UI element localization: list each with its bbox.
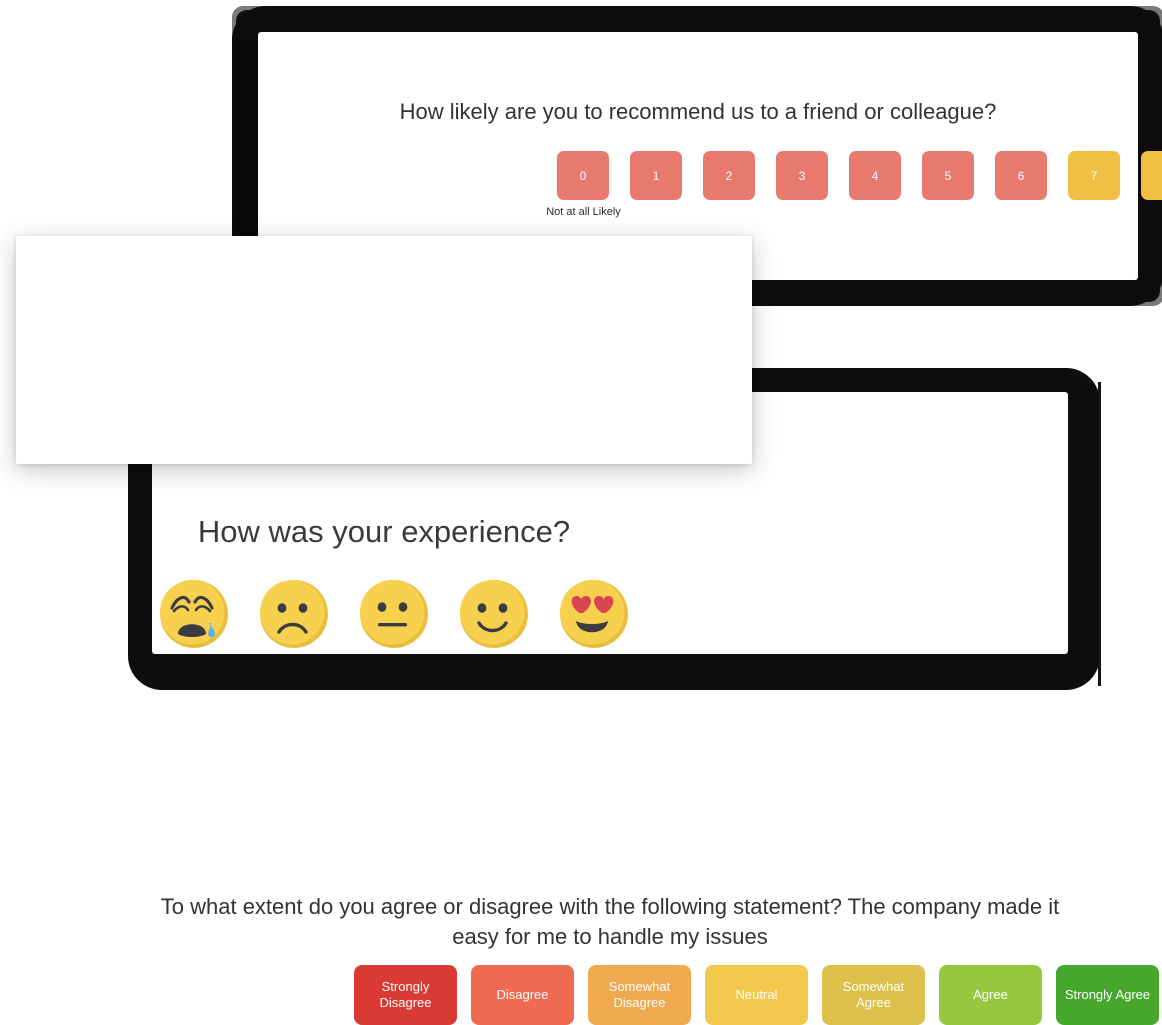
emoji-question-title: How was your experience? (197, 514, 571, 549)
right-edge-rule (1098, 382, 1101, 686)
survey-preview-stage: How likely are you to recommend us to a … (0, 0, 1162, 1025)
nps-option-4[interactable]: 4 (849, 151, 901, 200)
likert-option-strongly-agree[interactable]: Strongly Agree (1056, 965, 1159, 1025)
nps-option-7[interactable]: 7 (1068, 151, 1120, 200)
likert-scale: Strongly Disagree Disagree Somewhat Disagr… (354, 965, 1159, 1025)
likert-option-agree[interactable]: Agree (939, 965, 1042, 1025)
nps-option-5[interactable]: 5 (922, 151, 974, 200)
nps-option-0[interactable]: 0 (557, 151, 609, 200)
slightly-smiling-face-emoji[interactable] (458, 578, 530, 650)
emoji-question-card: How was your experience? (16, 236, 752, 648)
frowning-face-emoji[interactable] (258, 578, 330, 650)
likert-option-neutral[interactable]: Neutral (705, 965, 808, 1025)
nps-option-2[interactable]: 2 (703, 151, 755, 200)
emoji-scale (158, 578, 630, 650)
heart-eyes-face-emoji[interactable] (558, 578, 630, 650)
likert-option-somewhat-agree[interactable]: Somewhat Agree (822, 965, 925, 1025)
nps-option-6[interactable]: 6 (995, 151, 1047, 200)
nps-anchor-low-label: Not at all Likely (546, 206, 621, 218)
likert-option-somewhat-disagree[interactable]: Somewhat Disagree (588, 965, 691, 1025)
likert-option-disagree[interactable]: Disagree (471, 965, 574, 1025)
nps-option-8[interactable]: 8 (1141, 151, 1162, 200)
crying-face-emoji[interactable] (158, 578, 230, 650)
likert-question-title: To what extent do you agree or disagree … (160, 894, 1060, 949)
likert-option-strongly-disagree[interactable]: Strongly Disagree (354, 965, 457, 1025)
nps-option-1[interactable]: 1 (630, 151, 682, 200)
nps-scale: 012345678910 (557, 151, 1162, 200)
nps-option-3[interactable]: 3 (776, 151, 828, 200)
nps-question-title: How likely are you to recommend us to a … (399, 99, 997, 124)
neutral-face-emoji[interactable] (358, 578, 430, 650)
